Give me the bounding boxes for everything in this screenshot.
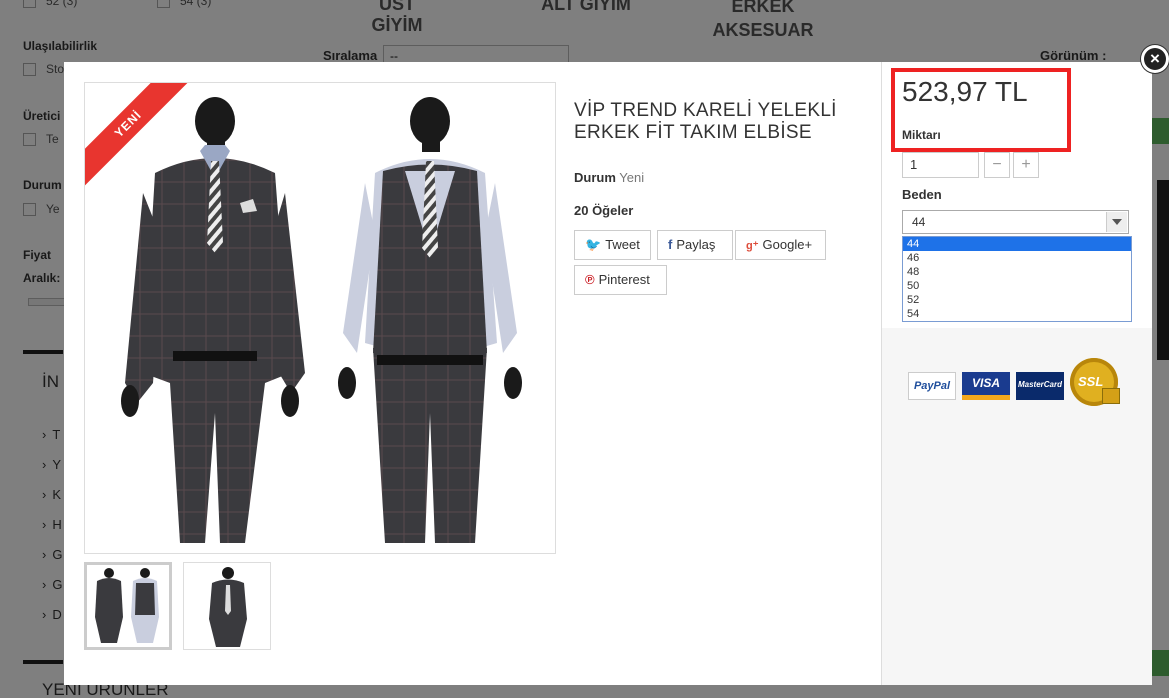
- visa-logo: VISA: [962, 372, 1010, 400]
- size-label: Beden: [902, 187, 942, 202]
- tweet-button[interactable]: 🐦 Tweet: [574, 230, 651, 260]
- thumbnail-image: [209, 567, 247, 647]
- ssl-label: SSL: [1078, 374, 1104, 389]
- price-panel: 523,97 TL Miktarı 1 − + Beden 44 44 46 4…: [882, 62, 1152, 328]
- payment-logos: PayPal VISA MasterCard SSL: [902, 352, 1132, 412]
- thumbnail-2[interactable]: [183, 562, 271, 650]
- google-plus-button[interactable]: g⁺ Google+: [735, 230, 826, 260]
- size-option-46[interactable]: 46: [903, 251, 1131, 265]
- product-condition: Durum Yeni: [574, 170, 644, 185]
- size-option-54[interactable]: 54: [903, 307, 1131, 321]
- product-main-image[interactable]: YENİ: [84, 82, 556, 554]
- condition-label: Durum: [574, 170, 616, 185]
- thumbnail-image: [95, 568, 159, 643]
- mastercard-logo: MasterCard: [1016, 372, 1064, 400]
- product-title: VİP TREND KARELİ YELEKLİ ERKEK FİT TAKIM…: [574, 100, 837, 143]
- twitter-icon: 🐦: [585, 237, 602, 252]
- google-plus-icon: g⁺: [746, 240, 759, 252]
- quantity-input[interactable]: 1: [902, 152, 979, 178]
- google-label: Google+: [762, 237, 813, 252]
- facebook-share-button[interactable]: f Paylaş: [657, 230, 733, 260]
- items-count: 20 Öğeler: [574, 203, 634, 218]
- size-option-48[interactable]: 48: [903, 265, 1131, 279]
- size-dropdown-list[interactable]: 44 46 48 50 52 54: [902, 236, 1132, 322]
- condition-value: Yeni: [619, 170, 645, 185]
- pinterest-icon: ℗: [585, 272, 595, 287]
- size-select[interactable]: 44: [902, 210, 1129, 234]
- size-option-44[interactable]: 44: [903, 237, 1131, 251]
- thumbnail-1[interactable]: [84, 562, 172, 650]
- suit-illustration: [121, 97, 522, 543]
- chevron-down-icon[interactable]: [1106, 212, 1127, 232]
- pinterest-label: Pinterest: [598, 272, 650, 287]
- close-icon: ×: [1144, 48, 1166, 70]
- facebook-icon: f: [668, 237, 673, 252]
- quantity-increase-button[interactable]: +: [1013, 152, 1039, 178]
- lock-icon: [1102, 388, 1120, 404]
- tweet-label: Tweet: [605, 237, 640, 252]
- size-option-50[interactable]: 50: [903, 279, 1131, 293]
- pinterest-button[interactable]: ℗ Pinterest: [574, 265, 667, 295]
- size-select-value: 44: [912, 215, 926, 229]
- size-option-52[interactable]: 52: [903, 293, 1131, 307]
- quick-view-modal: YENİ VİP TREND KARELİ YELEKLİ ERKEK FİT …: [64, 62, 1152, 685]
- quantity-label: Miktarı: [902, 128, 941, 142]
- purchase-column: 523,97 TL Miktarı 1 − + Beden 44 44 46 4…: [881, 62, 1152, 685]
- quantity-decrease-button[interactable]: −: [984, 152, 1010, 178]
- facebook-label: Paylaş: [676, 237, 716, 252]
- ssl-seal: SSL: [1070, 358, 1120, 406]
- paypal-logo: PayPal: [908, 372, 956, 400]
- close-modal-button[interactable]: ×: [1141, 45, 1169, 73]
